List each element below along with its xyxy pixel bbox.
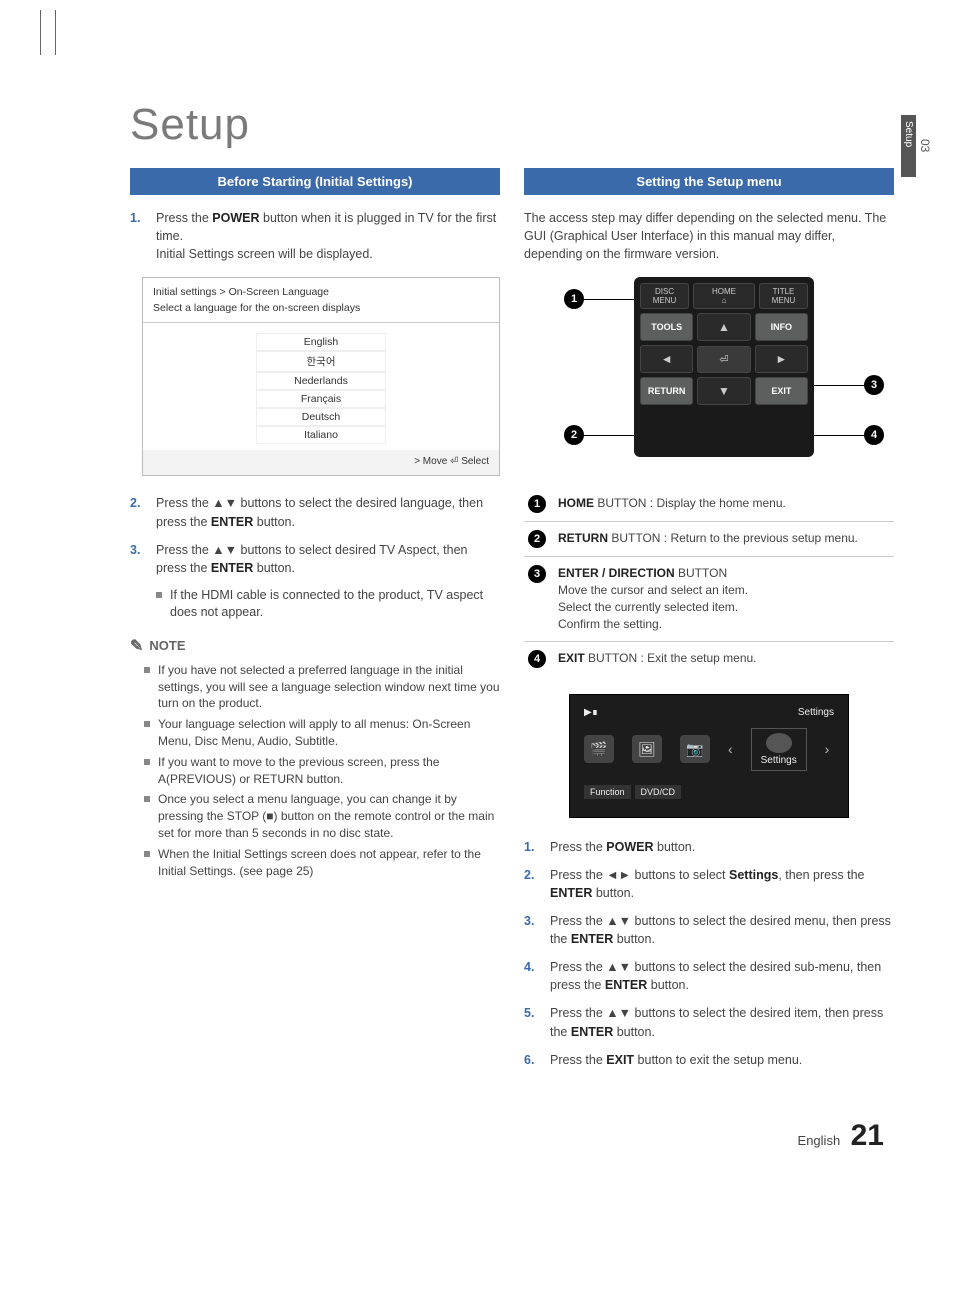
gear-icon	[766, 733, 792, 753]
legend-table: 1 HOME BUTTON : Display the home menu. 2…	[524, 487, 894, 675]
language-settings-box: Initial settings > On-Screen Language Se…	[142, 277, 500, 476]
remote-left-icon: ◄	[640, 345, 693, 373]
rstep-1: 1.Press the POWER button.	[524, 838, 894, 856]
rstep-6: 6.Press the EXIT button to exit the setu…	[524, 1051, 894, 1069]
legend-num: 1	[528, 495, 546, 513]
tv-icon: 📷	[680, 735, 710, 763]
note-icon: ✎	[130, 636, 143, 656]
rstep-5: 5.Press the ▲▼ buttons to select the des…	[524, 1004, 894, 1040]
bullet-icon	[144, 759, 150, 765]
bullet-icon	[156, 592, 162, 598]
legend-text: EXIT BUTTON : Exit the setup menu.	[558, 650, 757, 667]
langbox-header: Initial settings > On-Screen Language	[143, 278, 499, 300]
remote-home: HOME⌂	[693, 283, 755, 309]
step-text: Press the ▲▼ buttons to select the desir…	[156, 494, 500, 530]
bullet-icon	[144, 721, 150, 727]
step-number: 3.	[130, 541, 146, 577]
legend-row: 1 HOME BUTTON : Display the home menu.	[524, 487, 894, 522]
remote-diagram: 1 2 3 4 DISC MENU HOME⌂ TITLE MENU TOOLS…	[544, 277, 874, 467]
step-text: Press the ▲▼ buttons to select desired T…	[156, 541, 500, 577]
bullet-icon	[144, 667, 150, 673]
legend-text: RETURN BUTTON : Return to the previous s…	[558, 530, 858, 547]
footer-language: English	[798, 1133, 841, 1148]
lang-item: English	[256, 333, 386, 351]
intro-text: The access step may differ depending on …	[524, 209, 894, 263]
callout-3: 3	[864, 375, 884, 395]
tv-footer: Function DVD/CD	[584, 785, 834, 799]
bullet-icon	[144, 796, 150, 802]
tv-screen: ▶∎ Settings 🎬 🖼 📷 ‹ Settings › Function	[569, 694, 849, 818]
note-item: If you want to move to the previous scre…	[144, 754, 500, 788]
chevron-left-icon: ‹	[728, 741, 733, 757]
note-item: When the Initial Settings screen does no…	[144, 846, 500, 880]
remote-disc-menu: DISC MENU	[640, 283, 689, 309]
tv-selected: Settings	[751, 728, 807, 771]
legend-row: 2 RETURN BUTTON : Return to the previous…	[524, 522, 894, 557]
remote-return: RETURN	[640, 377, 693, 405]
legend-row: 4 EXIT BUTTON : Exit the setup menu.	[524, 642, 894, 676]
footer-page-number: 21	[851, 1119, 884, 1152]
rstep-4: 4.Press the ▲▼ buttons to select the des…	[524, 958, 894, 994]
play-pause-icon: ▶∎	[584, 707, 598, 718]
callout-2: 2	[564, 425, 584, 445]
legend-row: 3 ENTER / DIRECTION BUTTON Move the curs…	[524, 557, 894, 641]
remote-title-menu: TITLE MENU	[759, 283, 808, 309]
right-column: Setting the Setup menu The access step m…	[524, 168, 894, 1079]
remote-control: DISC MENU HOME⌂ TITLE MENU TOOLS ▲ INFO …	[634, 277, 814, 457]
chevron-right-icon: ›	[825, 741, 830, 757]
remote-exit: EXIT	[755, 377, 808, 405]
step-3: 3. Press the ▲▼ buttons to select desire…	[130, 541, 500, 577]
section-bar-initial: Before Starting (Initial Settings)	[130, 168, 500, 195]
remote-enter-icon: ⏎	[697, 346, 750, 373]
page-footer: English 21	[130, 1119, 894, 1153]
legend-num: 3	[528, 565, 546, 583]
remote-down-icon: ▼	[697, 377, 750, 405]
step-2: 2. Press the ▲▼ buttons to select the de…	[130, 494, 500, 530]
lang-item: Français	[256, 390, 386, 408]
section-bar-setup: Setting the Setup menu	[524, 168, 894, 195]
step-number: 1.	[130, 209, 146, 263]
legend-num: 2	[528, 530, 546, 548]
remote-info: INFO	[755, 313, 808, 341]
step3-sub: If the HDMI cable is connected to the pr…	[156, 587, 500, 622]
legend-num: 4	[528, 650, 546, 668]
remote-tools: TOOLS	[640, 313, 693, 341]
left-column: Before Starting (Initial Settings) 1. Pr…	[130, 168, 500, 1079]
note-heading: ✎ NOTE	[130, 636, 500, 656]
step-1: 1. Press the POWER button when it is plu…	[130, 209, 500, 263]
lang-item: Nederlands	[256, 372, 386, 390]
language-list: English 한국어 Nederlands Français Deutsch …	[143, 323, 499, 450]
tv-settings-label: Settings	[798, 707, 834, 718]
step-number: 2.	[130, 494, 146, 530]
note-list: If you have not selected a preferred lan…	[130, 662, 500, 880]
note-item: Once you select a menu language, you can…	[144, 791, 500, 841]
rstep-2: 2.Press the ◄► buttons to select Setting…	[524, 866, 894, 902]
note-item: Your language selection will apply to al…	[144, 716, 500, 750]
langbox-footer: > Move ⏎ Select	[143, 450, 499, 475]
lang-item: 한국어	[256, 351, 386, 372]
remote-up-icon: ▲	[697, 313, 750, 341]
bullet-icon	[144, 851, 150, 857]
rstep-3: 3.Press the ▲▼ buttons to select the des…	[524, 912, 894, 948]
page-title: Setup	[130, 100, 894, 150]
remote-right-icon: ►	[755, 345, 808, 373]
langbox-sub: Select a language for the on-screen disp…	[143, 300, 499, 323]
legend-text: HOME BUTTON : Display the home menu.	[558, 495, 786, 512]
legend-text: ENTER / DIRECTION BUTTON Move the cursor…	[558, 565, 748, 632]
lang-item: Deutsch	[256, 408, 386, 426]
lang-item: Italiano	[256, 426, 386, 444]
note-item: If you have not selected a preferred lan…	[144, 662, 500, 712]
tv-icon: 🎬	[584, 735, 614, 763]
step-text: Press the POWER button when it is plugge…	[156, 209, 500, 263]
tv-icon: 🖼	[632, 735, 662, 763]
callout-1: 1	[564, 289, 584, 309]
callout-4: 4	[864, 425, 884, 445]
